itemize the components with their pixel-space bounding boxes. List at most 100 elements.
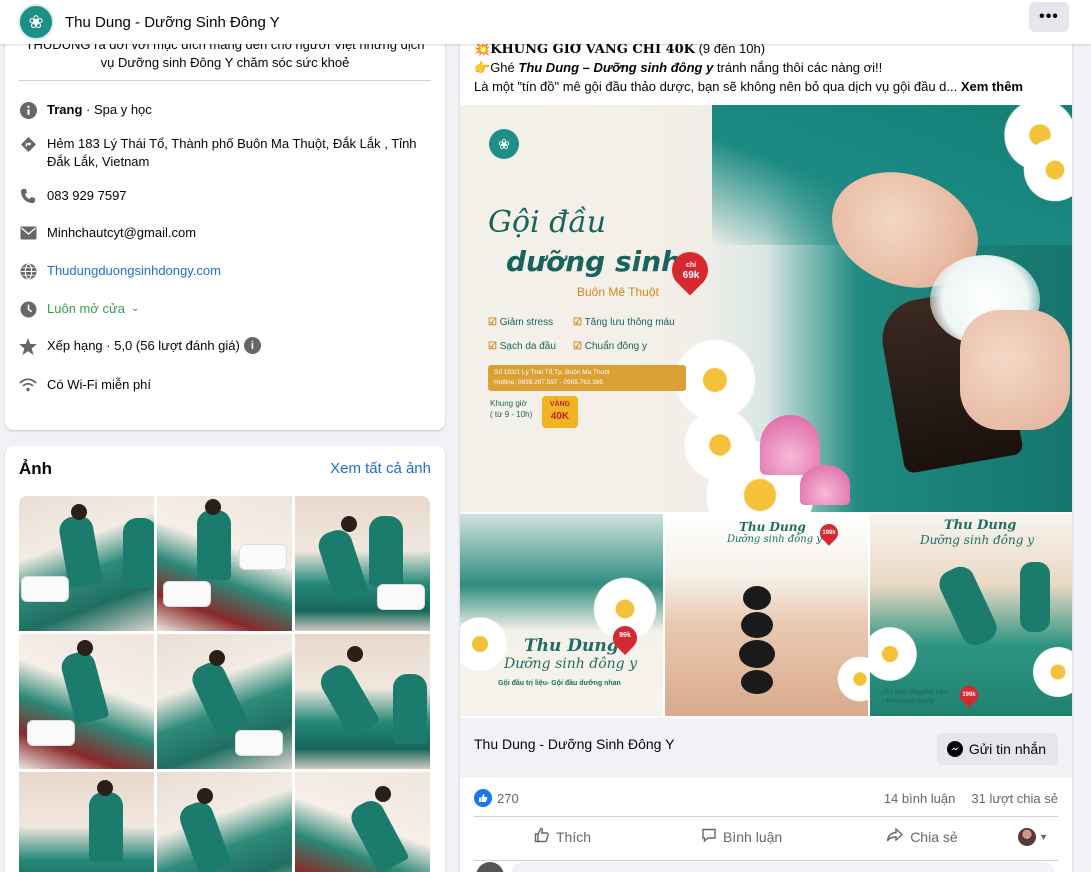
- comment-count[interactable]: 14 bình luận: [884, 791, 956, 806]
- intro-card: THUDUNG ra đời với mục đích mang đến cho…: [5, 30, 445, 430]
- ad-location: Buôn Mê Thuột: [577, 285, 659, 299]
- photos-card: Ảnh Xem tất cả ảnh: [5, 446, 445, 872]
- post-thumbnail[interactable]: Thu Dung Dưỡng sinh đông y -Trị liệu chu…: [870, 514, 1072, 716]
- page-logo[interactable]: ❀: [18, 4, 54, 40]
- more-options-button[interactable]: •••: [1029, 2, 1069, 32]
- photo-thumbnail[interactable]: [19, 634, 154, 769]
- page-title[interactable]: Thu Dung - Dưỡng Sinh Đông Y: [65, 14, 280, 31]
- thumbs-up-icon: [534, 827, 550, 846]
- photo-grid: [19, 496, 430, 872]
- star-icon: [19, 337, 37, 355]
- photo-thumbnail[interactable]: [157, 772, 292, 872]
- info-wifi: Có Wi-Fi miễn phí: [19, 376, 151, 394]
- website-link[interactable]: Thudungduongsinhdongy.com: [47, 262, 221, 280]
- directions-icon: [19, 135, 37, 153]
- thumb-caption: -Trị liệu chuyên sâu - Massage body: [882, 689, 948, 705]
- description-line-2: vụ Dưỡng sinh Đông Y chăm sóc sức khoẻ: [100, 55, 350, 70]
- rating-info-icon[interactable]: i: [243, 337, 261, 354]
- thumb-price: 199k: [822, 530, 836, 536]
- ad-headline-2: dưỡng sinh: [506, 245, 682, 278]
- ad-gold-badge: VÀNG 40K: [542, 396, 578, 428]
- info-phone: 083 929 7597: [19, 187, 127, 205]
- divider: [19, 80, 431, 81]
- ad-price: chỉ 69k: [682, 262, 700, 281]
- thumb-price: 99k: [619, 632, 631, 639]
- see-more-link[interactable]: Xem thêm: [961, 79, 1023, 94]
- clock-icon: [19, 300, 37, 318]
- phone-text: 083 929 7597: [47, 188, 127, 203]
- info-page-type: Trang · Spa y học: [19, 101, 152, 119]
- pointing-hand-icon: 👉: [474, 60, 491, 75]
- like-reaction-icon: [474, 789, 492, 807]
- post-main-image[interactable]: ❀ Gội đầu dưỡng sinh Buôn Mê Thuột chỉ 69…: [460, 105, 1072, 512]
- photos-title: Ảnh: [19, 459, 53, 478]
- mail-icon: [19, 224, 37, 242]
- thumb-subtitle: Dưỡng sinh đông y: [727, 534, 822, 545]
- photo-thumbnail[interactable]: [157, 496, 292, 631]
- share-icon: [886, 827, 904, 846]
- comment-input[interactable]: [510, 862, 1056, 872]
- comment-button[interactable]: Bình luận: [701, 827, 782, 846]
- benefit-item: ☑ Chuẩn đông y: [573, 341, 648, 352]
- rating-text: Xếp hạng · 5,0 (56 lượt đánh giá): [47, 338, 240, 353]
- info-email: Minhchautcyt@gmail.com: [19, 224, 196, 242]
- like-count[interactable]: 270: [497, 791, 519, 806]
- ad-hours: Khung giờ ( từ 9 - 10h): [490, 399, 533, 419]
- ad-address-banner: Số 183/1 Lý Thái Tổ,Tp. Buôn Ma Thuột Ho…: [488, 365, 686, 391]
- brand-logo: ❀: [489, 129, 519, 159]
- photo-thumbnail[interactable]: [295, 772, 430, 872]
- post-actions: Thích Bình luận Chia sẻ ▼: [474, 816, 1058, 856]
- address-text: Hẻm 183 Lý Thái Tổ, Thành phố Buôn Ma Th…: [47, 136, 417, 169]
- see-all-photos-link[interactable]: Xem tất cả ảnh: [330, 460, 431, 477]
- share-button[interactable]: Chia sẻ: [886, 827, 958, 846]
- thumb-caption: Gội đầu trị liệu- Gội đầu dưỡng nhan: [498, 680, 621, 687]
- thumb-brand: Thu Dung: [944, 518, 1017, 533]
- wifi-icon: [19, 376, 37, 394]
- post-stats: 270 14 bình luận 31 lượt chia sẻ: [474, 788, 1058, 808]
- photo-thumbnail[interactable]: [157, 634, 292, 769]
- comment-icon: [701, 827, 717, 846]
- benefit-item: ☑ Tăng lưu thông máu: [573, 317, 675, 328]
- post-thumbnail[interactable]: Thu Dung Dưỡng sinh đông y 99k Gội đầu t…: [460, 514, 663, 716]
- ad-headline-1: Gội đầu: [488, 205, 607, 240]
- globe-icon: [19, 262, 37, 280]
- wifi-text: Có Wi-Fi miễn phí: [47, 377, 152, 392]
- thumb-subtitle: Dưỡng sinh đông y: [504, 656, 637, 672]
- thumb-subtitle: Dưỡng sinh đông y: [920, 533, 1034, 547]
- post-page-attribution: Thu Dung - Dưỡng Sinh Đông Y Gửi tin nhắ…: [460, 718, 1072, 778]
- thumb-price: 199k: [962, 692, 976, 698]
- info-rating: Xếp hạng · 5,0 (56 lượt đánh giá) i: [19, 337, 261, 355]
- benefit-item: ☑ Sạch da đầu: [488, 341, 556, 352]
- send-message-button[interactable]: Gửi tin nhắn: [936, 733, 1058, 765]
- page-type-value: · Spa y học: [82, 102, 152, 117]
- hours-text[interactable]: Luôn mở cửa: [47, 300, 125, 318]
- post-page-name[interactable]: Thu Dung - Dưỡng Sinh Đông Y: [474, 736, 674, 752]
- phone-icon: [19, 187, 37, 205]
- page-header: ❀ Thu Dung - Dưỡng Sinh Đông Y •••: [0, 0, 1091, 44]
- post-thumbnail[interactable]: Thu Dung Dưỡng sinh đông y 199k: [665, 514, 868, 716]
- page-type-label[interactable]: Trang: [47, 102, 82, 117]
- photo-thumbnail[interactable]: [295, 496, 430, 631]
- share-count[interactable]: 31 lượt chia sẻ: [971, 791, 1058, 806]
- photo-thumbnail[interactable]: [295, 634, 430, 769]
- post-text-line-2: 👉Ghé Thu Dung – Dưỡng sinh đông y tránh …: [474, 60, 883, 75]
- caret-down-icon: ▼: [1039, 831, 1048, 842]
- avatar: [1018, 827, 1037, 846]
- post-card: 💥KHUNG GIỜ VÀNG CHỈ 40K (9 đến 10h) 👉Ghé…: [460, 30, 1072, 872]
- reaction-audience-selector[interactable]: ▼: [1018, 827, 1048, 846]
- info-address: Hẻm 183 Lý Thái Tổ, Thành phố Buôn Ma Th…: [19, 135, 431, 171]
- chevron-down-icon[interactable]: ⌄: [131, 300, 139, 318]
- benefit-item: ☑ Giảm stress: [488, 317, 554, 328]
- info-hours[interactable]: Luôn mở cửa ⌄: [19, 300, 139, 318]
- messenger-icon: [946, 741, 963, 757]
- email-text: Minhchautcyt@gmail.com: [47, 225, 197, 240]
- thumb-brand: Thu Dung: [524, 636, 619, 656]
- photo-thumbnail[interactable]: [19, 772, 154, 872]
- divider: [474, 860, 1058, 861]
- photo-thumbnail[interactable]: [19, 496, 154, 631]
- info-icon: [19, 101, 37, 119]
- thumb-brand: Thu Dung: [739, 520, 806, 534]
- info-website: Thudungduongsinhdongy.com: [19, 262, 221, 280]
- post-text-line-3: Là một "tín đồ" mê gội đầu thảo dược, bạ…: [474, 79, 1023, 94]
- like-button[interactable]: Thích: [534, 827, 591, 846]
